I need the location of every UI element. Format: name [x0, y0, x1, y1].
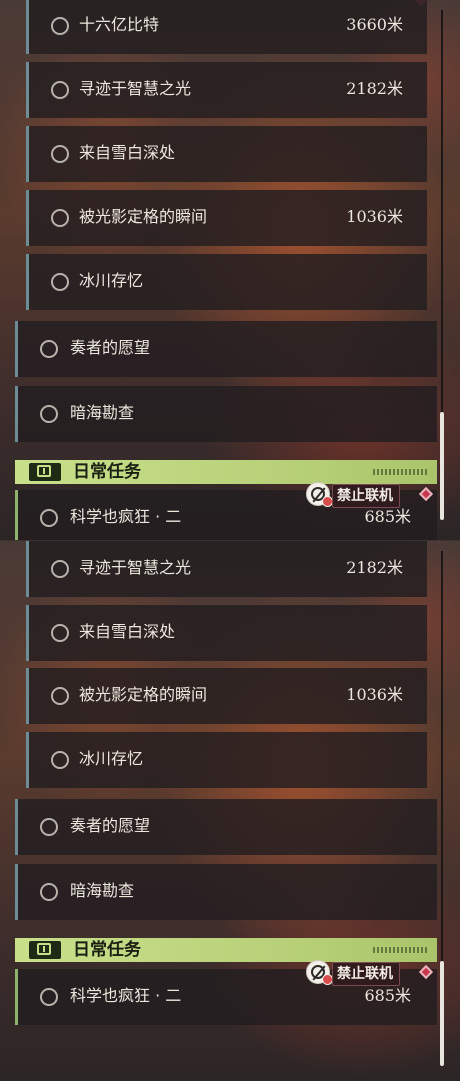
- circle-outline-icon: [51, 209, 69, 227]
- quest-label: 奏者的愿望: [70, 816, 151, 835]
- quest-label: 来自雪白深处: [79, 143, 176, 162]
- exclamation-icon: [29, 941, 61, 959]
- quest-list-panel-bottom: 寻迹于智慧之光 2182米 来自雪白深处 被光影定格的瞬间 1036米 冰川存忆…: [0, 540, 460, 1081]
- main-quest-item[interactable]: 暗海勘查: [15, 864, 437, 920]
- quest-item[interactable]: 冰川存忆: [26, 254, 427, 310]
- circle-outline-icon: [40, 818, 58, 836]
- circle-outline-icon: [51, 17, 69, 35]
- quest-item[interactable]: 被光影定格的瞬间 1036米: [26, 190, 427, 246]
- quest-label: 科学也疯狂 · 二: [70, 986, 182, 1005]
- quest-label: 科学也疯狂 · 二: [70, 507, 182, 526]
- circle-outline-icon: [51, 273, 69, 291]
- quest-label: 奏者的愿望: [70, 338, 151, 357]
- no-multiplayer-label: 禁止联机: [332, 962, 400, 986]
- quest-distance: 1036米: [346, 685, 403, 704]
- quest-label: 暗海勘查: [70, 881, 135, 900]
- quest-distance: 685米: [364, 507, 411, 526]
- daily-quests-title: 日常任务: [73, 462, 141, 482]
- quest-label: 寻迹于智慧之光: [79, 79, 192, 98]
- quest-item[interactable]: 来自雪白深处: [26, 126, 427, 182]
- quest-item[interactable]: 十六亿比特 3660米: [26, 0, 427, 54]
- circle-outline-icon: [40, 405, 58, 423]
- no-multiplayer-indicator: 禁止联机: [306, 960, 404, 986]
- main-quest-item[interactable]: 奏者的愿望: [15, 799, 437, 855]
- circle-outline-icon: [40, 988, 58, 1006]
- circle-outline-icon: [51, 81, 69, 99]
- daily-quests-title: 日常任务: [73, 940, 141, 960]
- scrollbar-thumb[interactable]: [440, 412, 444, 520]
- quest-distance: 3660米: [346, 15, 403, 34]
- daily-quests-header[interactable]: 日常任务: [15, 460, 437, 484]
- quest-label: 寻迹于智慧之光: [79, 558, 192, 577]
- quest-distance: 2182米: [346, 558, 403, 577]
- scrollbar-thumb[interactable]: [440, 961, 444, 1066]
- main-quest-item[interactable]: 奏者的愿望: [15, 321, 437, 377]
- quest-label: 冰川存忆: [79, 749, 144, 768]
- circle-outline-icon: [51, 145, 69, 163]
- circle-outline-icon: [40, 509, 58, 527]
- quest-item[interactable]: 寻迹于智慧之光 2182米: [26, 62, 427, 118]
- quest-label: 来自雪白深处: [79, 622, 176, 641]
- circle-outline-icon: [51, 687, 69, 705]
- circle-outline-icon: [51, 751, 69, 769]
- daily-quests-header[interactable]: 日常任务: [15, 938, 437, 962]
- exclamation-icon: [29, 463, 61, 481]
- circle-outline-icon: [40, 883, 58, 901]
- quest-item[interactable]: 来自雪白深处: [26, 605, 427, 661]
- header-decoration: [373, 947, 429, 953]
- no-multiplayer-label: 禁止联机: [332, 484, 400, 508]
- quest-label: 十六亿比特: [79, 15, 160, 34]
- quest-item[interactable]: 寻迹于智慧之光 2182米: [26, 541, 427, 597]
- quest-label: 被光影定格的瞬间: [79, 685, 208, 704]
- quest-distance: 1036米: [346, 207, 403, 226]
- quest-list-panel-top: 十六亿比特 3660米 寻迹于智慧之光 2182米 来自雪白深处 被光影定格的瞬…: [0, 0, 460, 540]
- quest-distance: 2182米: [346, 79, 403, 98]
- quest-label: 被光影定格的瞬间: [79, 207, 208, 226]
- quest-label: 冰川存忆: [79, 271, 144, 290]
- header-decoration: [373, 469, 429, 475]
- quest-item[interactable]: 被光影定格的瞬间 1036米: [26, 668, 427, 724]
- circle-outline-icon: [51, 624, 69, 642]
- quest-label: 暗海勘查: [70, 403, 135, 422]
- quest-distance: 685米: [364, 986, 411, 1005]
- circle-outline-icon: [51, 560, 69, 578]
- quest-item[interactable]: 冰川存忆: [26, 732, 427, 788]
- no-multiplayer-indicator: 禁止联机: [306, 482, 404, 508]
- circle-outline-icon: [40, 340, 58, 358]
- main-quest-item[interactable]: 暗海勘查: [15, 386, 437, 442]
